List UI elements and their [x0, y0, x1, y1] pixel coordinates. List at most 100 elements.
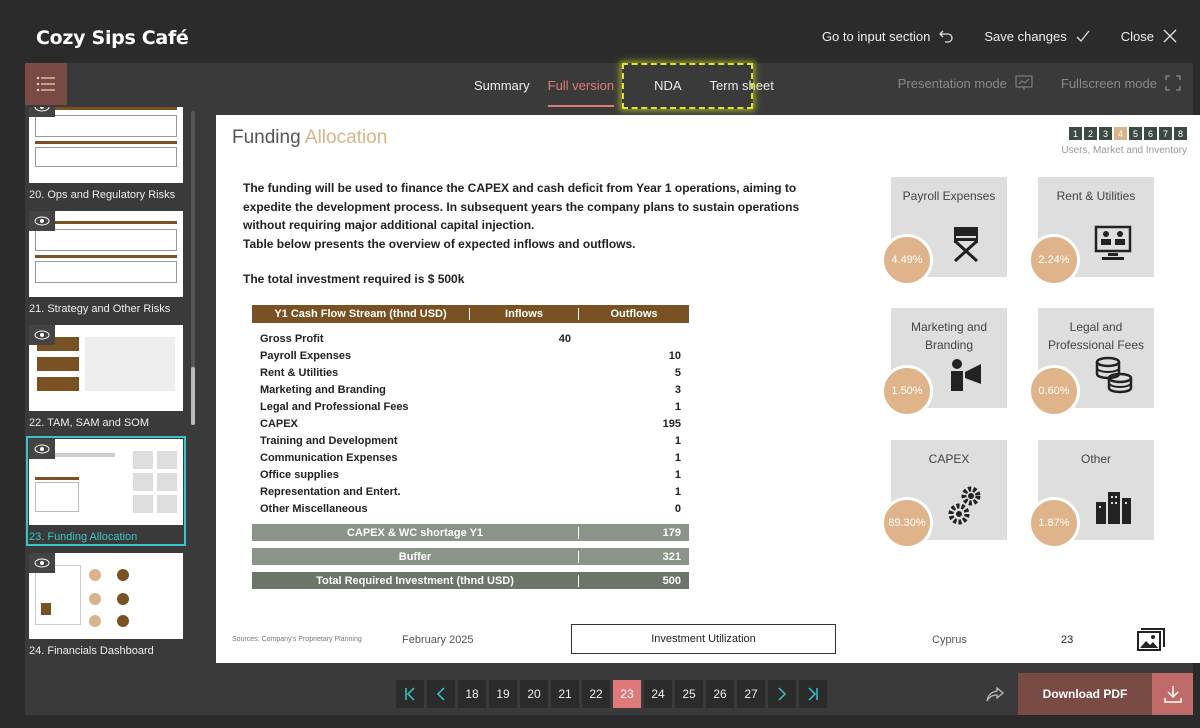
page-button[interactable]: 20 [520, 680, 548, 708]
page-button-current[interactable]: 23 [613, 680, 641, 708]
table-row: Legal and Professional Fees 1 [252, 398, 689, 415]
tab-nda[interactable]: NDA [645, 63, 690, 107]
sidebar-item-label: 24. Financials Dashboard [29, 645, 154, 657]
top-bar: Cozy Sips Café Go to input section Save … [0, 0, 1200, 63]
page-button[interactable]: 19 [489, 680, 517, 708]
image-gallery-icon[interactable] [1137, 628, 1165, 652]
page-button[interactable]: 18 [458, 680, 486, 708]
table-row: Gross Profit 40 [252, 330, 689, 347]
sidebar-item-22[interactable]: 22. TAM, SAM and SOM [29, 325, 183, 429]
page-button[interactable]: 21 [551, 680, 579, 708]
row-name: Other Miscellaneous [260, 502, 368, 515]
next-page-button[interactable] [768, 680, 796, 708]
slide-title: Funding Allocation [232, 127, 387, 149]
go-to-input-button[interactable]: Go to input section [822, 28, 954, 44]
section-page[interactable]: 2 [1084, 127, 1097, 140]
slide-thumbnail [29, 211, 183, 297]
slide-country: Cyprus [932, 634, 967, 646]
section-page[interactable]: 1 [1069, 127, 1082, 140]
summary-value: 179 [662, 526, 681, 539]
table-row: Marketing and Branding 3 [252, 381, 689, 398]
first-page-button[interactable] [396, 680, 424, 708]
coins-stack-icon [1095, 356, 1133, 394]
fullscreen-mode-label: Fullscreen mode [1060, 75, 1157, 91]
first-page-icon [405, 687, 415, 701]
page-button[interactable]: 27 [737, 680, 765, 708]
section-page[interactable]: 8 [1174, 127, 1187, 140]
section-page[interactable]: 5 [1129, 127, 1142, 140]
page-button[interactable]: 25 [675, 680, 703, 708]
sidebar-item-21[interactable]: 21. Strategy and Other Risks [29, 211, 183, 315]
sidebar-item-label: 23. Funding Allocation [29, 531, 138, 543]
row-outflow: 1 [674, 451, 681, 464]
card-rent: Rent & Utilities 2.24% [1028, 177, 1154, 286]
section-caption: Users, Market and Inventory [1061, 145, 1187, 156]
header-outflows: Outflows [610, 308, 658, 320]
go-to-input-label: Go to input section [821, 28, 931, 44]
eye-icon[interactable] [29, 439, 55, 459]
eye-icon[interactable] [29, 553, 55, 573]
card-percentage: 1.50% [881, 365, 933, 417]
undo-arrow-icon [939, 30, 953, 43]
app-title: Cozy Sips Café [36, 27, 189, 49]
summary-name: CAPEX & WC shortage Y1 [252, 526, 579, 539]
download-icon-button[interactable] [1152, 673, 1193, 715]
cash-flow-table: Y1 Cash Flow Stream (thnd USD) Inflows O… [252, 305, 689, 589]
close-button[interactable]: Close [1121, 28, 1178, 44]
card-marketing: Marketing and Branding 1.50% [881, 308, 1007, 417]
section-page[interactable]: 6 [1144, 127, 1157, 140]
list-menu-icon [36, 76, 55, 92]
tab-full-version[interactable]: Full version [539, 63, 623, 107]
sidebar-item-24[interactable]: 24. Financials Dashboard [29, 553, 183, 657]
last-page-button[interactable] [799, 680, 827, 708]
download-pdf-button[interactable]: Download PDF [1018, 673, 1152, 715]
sidebar-scrollbar[interactable] [191, 111, 195, 425]
eye-icon[interactable] [29, 107, 55, 117]
prev-page-button[interactable] [427, 680, 455, 708]
video-meeting-icon [1094, 225, 1132, 260]
save-changes-button[interactable]: Save changes [984, 28, 1090, 44]
row-outflow: 5 [674, 366, 681, 379]
sidebar-item-23[interactable]: 23. Funding Allocation [26, 436, 186, 546]
slide-footer: Sources: Company's Proprietary Planning … [216, 622, 1200, 658]
card-percentage: 89.30% [881, 497, 933, 549]
share-icon[interactable] [985, 684, 1005, 704]
slide-thumbnail [29, 325, 183, 411]
row-outflow: 1 [674, 400, 681, 413]
sidebar-item-20[interactable]: 20. Ops and Regulatory Risks [29, 107, 183, 201]
table-row: Rent & Utilities 5 [252, 364, 689, 381]
row-name: Gross Profit [260, 332, 324, 345]
tab-bar: Summary Full version NDA Term sheet Pres… [25, 63, 1193, 109]
download-icon [1163, 686, 1182, 703]
card-percentage: 0.60% [1028, 365, 1080, 417]
card-title: Marketing and Branding [910, 320, 988, 352]
row-outflow: 10 [668, 349, 681, 362]
card-title: CAPEX [928, 452, 970, 466]
eye-icon[interactable] [29, 211, 55, 231]
slide-page-number: 23 [1061, 634, 1074, 646]
section-page[interactable]: 7 [1159, 127, 1172, 140]
menu-button[interactable] [25, 63, 67, 105]
row-name: Office supplies [260, 468, 339, 481]
row-name: Legal and Professional Fees [260, 400, 409, 413]
mode-controls: Presentation mode Fullscreen mode [898, 75, 1181, 91]
slide-thumbnail [29, 107, 183, 183]
fullscreen-mode-button[interactable]: Fullscreen mode [1061, 75, 1181, 91]
director-chair-icon [953, 227, 979, 263]
investment-utilization-button[interactable]: Investment Utilization [571, 624, 836, 654]
section-page-current[interactable]: 4 [1114, 127, 1127, 140]
page-button[interactable]: 24 [644, 680, 672, 708]
section-page[interactable]: 3 [1099, 127, 1112, 140]
tab-summary[interactable]: Summary [465, 63, 539, 107]
page-button[interactable]: 26 [706, 680, 734, 708]
eye-icon[interactable] [29, 325, 55, 345]
summary-value: 500 [662, 574, 681, 587]
card-other: Other 1.87% [1028, 440, 1154, 549]
presentation-mode-button[interactable]: Presentation mode [898, 75, 1033, 91]
sidebar-scroll-thumb[interactable] [191, 367, 195, 425]
row-name: Training and Development [260, 434, 398, 447]
tab-term-sheet[interactable]: Term sheet [701, 63, 783, 107]
intro-paragraph: The funding will be used to finance the … [243, 181, 800, 232]
fullscreen-icon [1165, 75, 1181, 91]
page-button[interactable]: 22 [582, 680, 610, 708]
